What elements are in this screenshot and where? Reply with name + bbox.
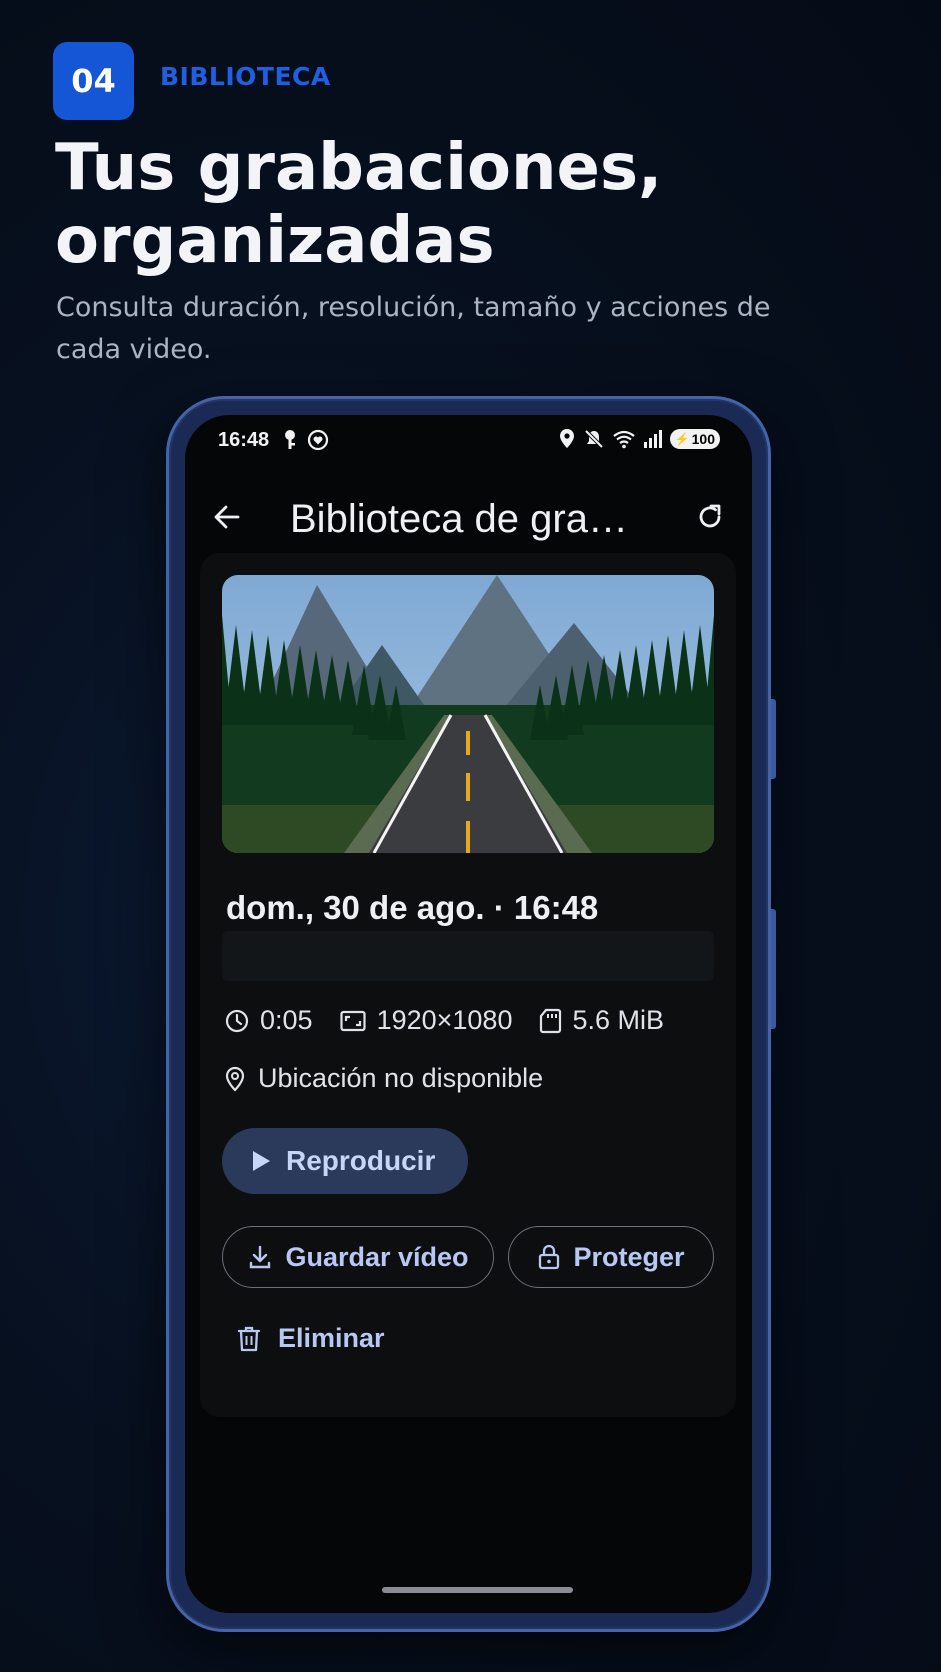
download-icon [250, 1245, 271, 1269]
video-thumbnail[interactable] [222, 575, 714, 853]
status-bar: 16:48 ⚡ 100 [185, 415, 752, 467]
recording-card: dom., 30 de ago. · 16:48 0:05 1920×1080 [200, 553, 736, 1417]
refresh-icon [699, 504, 721, 528]
heart-circle-icon [307, 429, 329, 451]
play-icon [253, 1151, 270, 1171]
signal-icon [643, 430, 662, 448]
phone-frame: 16:48 ⚡ 100 Biblioteca de graba dom., 30… [166, 396, 776, 1632]
key-icon [285, 430, 295, 449]
home-indicator[interactable] [382, 1587, 573, 1593]
aspect-ratio-icon [339, 1010, 366, 1031]
note-field[interactable] [222, 931, 714, 981]
road-landscape-image [222, 575, 714, 853]
duration-item: 0:05 [224, 1005, 313, 1036]
save-video-button[interactable]: Guardar vídeo [222, 1226, 494, 1288]
arrow-left-icon [214, 505, 240, 529]
mute-icon [584, 429, 604, 449]
play-label: Reproducir [286, 1145, 436, 1176]
phone-screen: 16:48 ⚡ 100 Biblioteca de graba dom., 30… [185, 415, 752, 1613]
resolution-value: 1920×1080 [376, 1005, 513, 1035]
headline: Tus grabaciones, organizadas [55, 131, 663, 278]
play-button[interactable]: Reproducir [222, 1128, 468, 1194]
power-button [771, 909, 776, 1029]
location-pin-icon [225, 1066, 245, 1092]
duration-value: 0:05 [260, 1005, 313, 1035]
delete-button[interactable]: Eliminar [236, 1323, 385, 1354]
save-video-label: Guardar vídeo [285, 1241, 469, 1272]
step-label: BIBLIOTECA [160, 62, 331, 91]
refresh-button[interactable] [690, 497, 730, 537]
size-value: 5.6 MiB [572, 1005, 665, 1035]
location-row: Ubicación no disponible [224, 1063, 543, 1094]
size-item: 5.6 MiB [538, 1005, 664, 1036]
protect-label: Proteger [573, 1241, 685, 1272]
protect-button[interactable]: Proteger [508, 1226, 714, 1288]
delete-label: Eliminar [278, 1323, 385, 1353]
volume-button [771, 699, 776, 779]
location-value: Ubicación no disponible [258, 1063, 544, 1093]
lock-icon [539, 1244, 560, 1270]
step-number-badge: 04 [53, 42, 134, 120]
battery-icon: ⚡ 100 [669, 429, 720, 449]
back-button[interactable] [207, 497, 247, 537]
status-icons-right: ⚡ 100 [558, 428, 720, 450]
recording-metadata: 0:05 1920×1080 5.6 MiB [224, 1005, 690, 1036]
subtitle: Consulta duración, resolución, tamaño y … [56, 292, 771, 365]
page-title: Biblioteca de grabaciones [290, 497, 640, 541]
wifi-icon [613, 430, 635, 449]
sd-card-icon [540, 1008, 562, 1033]
clock-icon [225, 1009, 249, 1032]
status-icons-left [281, 429, 329, 451]
app-bar: Biblioteca de grabaciones [185, 475, 752, 565]
location-icon [559, 429, 574, 448]
recording-date: dom., 30 de ago. · 16:48 [226, 889, 599, 926]
resolution-item: 1920×1080 [339, 1005, 513, 1036]
battery-level: 100 [691, 431, 715, 447]
status-time: 16:48 [218, 429, 270, 451]
trash-icon [237, 1326, 261, 1351]
